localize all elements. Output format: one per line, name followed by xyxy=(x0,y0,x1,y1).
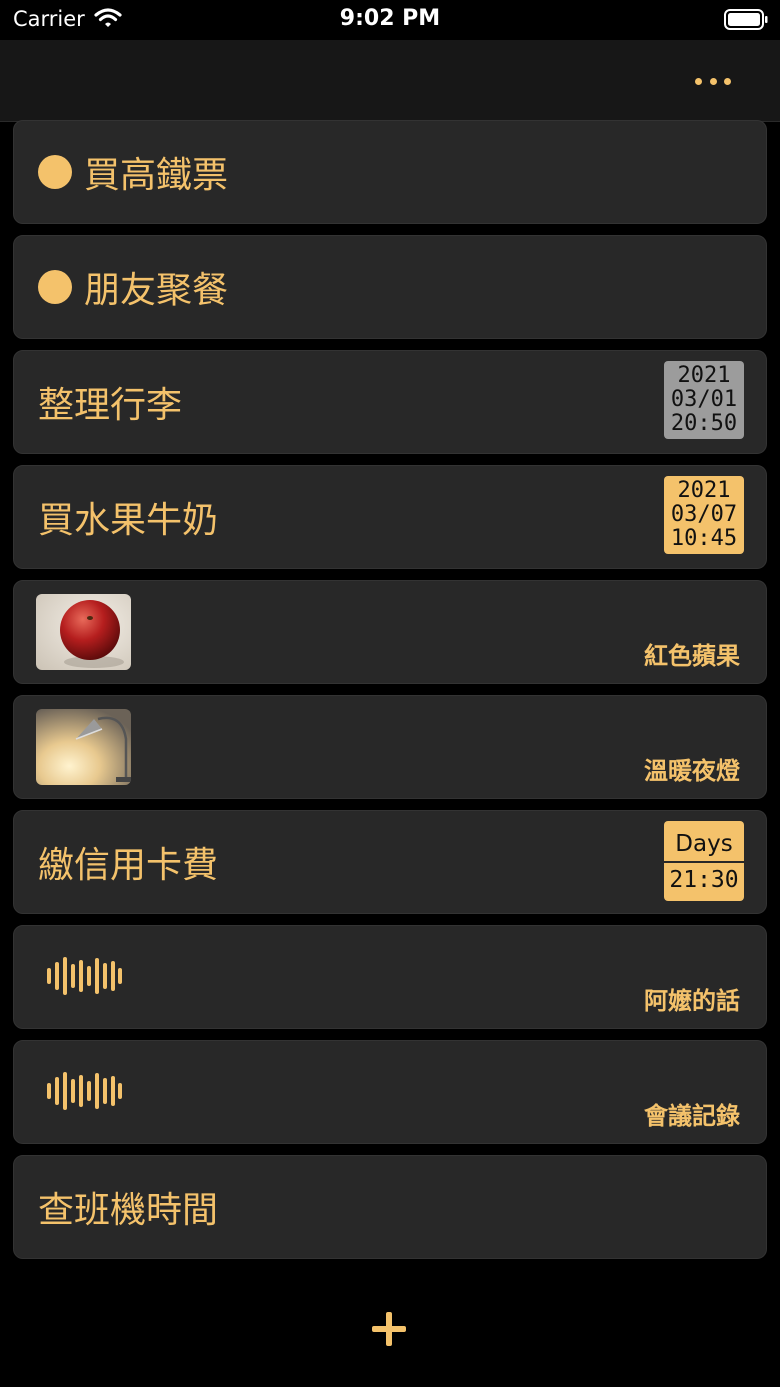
badge-year: 2021 xyxy=(677,478,731,503)
audio-waveform-icon xyxy=(47,957,122,995)
badge-time: 10:45 xyxy=(670,526,738,551)
battery-icon xyxy=(724,9,768,30)
item-caption: 會議記錄 xyxy=(644,1102,740,1130)
days-time: 21:30 xyxy=(664,861,744,893)
item-caption: 阿嬤的話 xyxy=(644,987,740,1015)
days-label: Days xyxy=(675,831,733,857)
days-badge: Days 21:30 xyxy=(664,821,744,901)
item-title: 整理行李 xyxy=(38,385,183,426)
item-caption: 溫暖夜燈 xyxy=(644,757,740,785)
date-badge: 2021 03/01 20:50 xyxy=(664,361,744,439)
list-item[interactable]: 查班機時間 xyxy=(13,1155,767,1259)
badge-time: 20:50 xyxy=(670,411,738,436)
list-item[interactable]: 整理行李 2021 03/01 20:50 xyxy=(13,350,767,454)
status-bar: Carrier 9:02 PM xyxy=(0,0,780,40)
ellipsis-icon xyxy=(695,77,702,85)
list-item[interactable]: 紅色蘋果 xyxy=(13,580,767,684)
list-item[interactable]: 朋友聚餐 xyxy=(13,235,767,339)
badge-date: 03/01 xyxy=(670,387,738,412)
status-dot xyxy=(38,270,72,304)
plus-icon[interactable] xyxy=(370,1310,408,1348)
list-item[interactable]: 買高鐵票 xyxy=(13,120,767,224)
list-item[interactable]: 阿嬤的話 xyxy=(13,925,767,1029)
item-title: 繳信用卡費 xyxy=(38,845,219,886)
item-title: 查班機時間 xyxy=(38,1190,219,1231)
status-time: 9:02 PM xyxy=(339,6,441,31)
item-title: 朋友聚餐 xyxy=(84,270,229,311)
status-dot xyxy=(38,155,72,189)
navigation-bar xyxy=(0,40,780,122)
list-item[interactable]: 繳信用卡費 Days 21:30 xyxy=(13,810,767,914)
item-title: 買高鐵票 xyxy=(84,155,229,196)
date-badge: 2021 03/07 10:45 xyxy=(664,476,744,554)
list-item[interactable]: 買水果牛奶 2021 03/07 10:45 xyxy=(13,465,767,569)
item-title: 買水果牛奶 xyxy=(38,500,219,541)
more-options-button[interactable] xyxy=(690,70,736,92)
badge-year: 2021 xyxy=(677,363,731,388)
item-caption: 紅色蘋果 xyxy=(644,642,740,670)
red-apple-photo xyxy=(36,594,131,670)
list-item[interactable]: 會議記錄 xyxy=(13,1040,767,1144)
audio-waveform-icon xyxy=(47,1072,122,1110)
desk-lamp-photo xyxy=(36,709,131,785)
list-item[interactable]: 溫暖夜燈 xyxy=(13,695,767,799)
badge-date: 03/07 xyxy=(670,502,738,527)
